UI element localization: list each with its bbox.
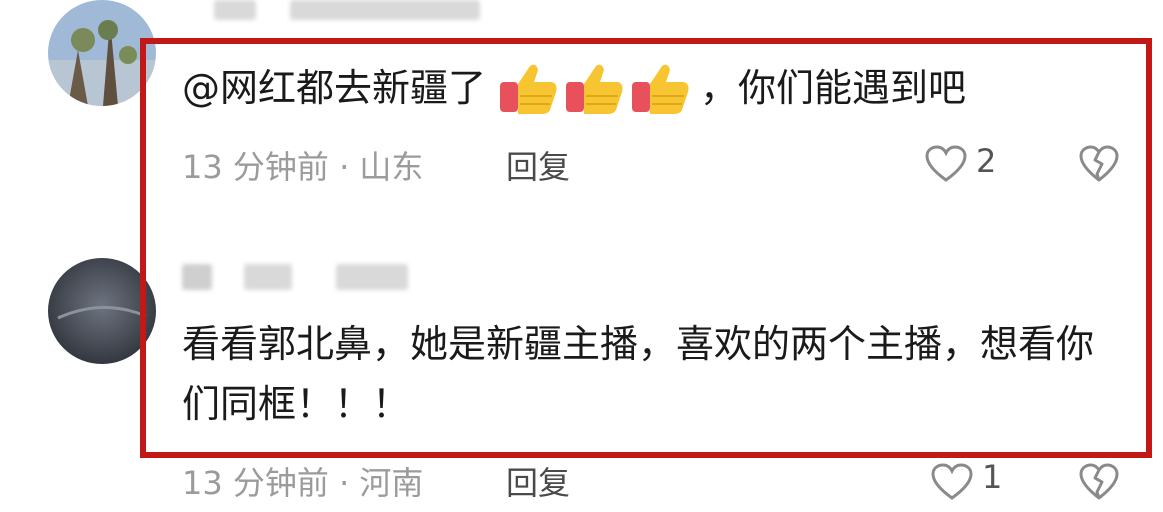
username-blurred (182, 264, 212, 290)
username-blurred (290, 0, 480, 20)
comment-time-location: 13 分钟前 · 河南 (182, 464, 424, 502)
username-blurred (214, 0, 256, 20)
thumbs-up-emoji (566, 64, 623, 114)
username-blurred (336, 264, 408, 290)
reply-button[interactable]: 回复 (506, 458, 570, 504)
comment-time-location: 13 分钟前 · 山东 (182, 148, 424, 186)
commenter-avatar[interactable] (48, 0, 156, 106)
heart-outline-icon[interactable] (924, 144, 968, 184)
comment-text-before: @网红都去新疆了 (182, 66, 487, 110)
like-count: 1 (982, 458, 1003, 496)
broken-heart-icon[interactable] (1078, 462, 1120, 502)
thumbs-up-emoji-group (496, 60, 694, 116)
thumbs-up-emoji (632, 64, 689, 114)
comment-text-after: ，你们能遇到吧 (700, 66, 967, 110)
heart-outline-icon[interactable] (930, 462, 974, 502)
comment-text: @网红都去新疆了 ，你们能遇到吧 (182, 58, 966, 118)
broken-heart-icon[interactable] (1078, 144, 1120, 184)
like-count: 2 (976, 142, 997, 180)
reply-button[interactable]: 回复 (506, 142, 570, 188)
comment-text: 看看郭北鼻，她是新疆主播，喜欢的两个主播，想看你们同框！！！ (182, 322, 1095, 426)
thumbs-up-emoji (500, 64, 557, 114)
commenter-avatar[interactable] (48, 258, 156, 364)
username-blurred (244, 264, 292, 290)
